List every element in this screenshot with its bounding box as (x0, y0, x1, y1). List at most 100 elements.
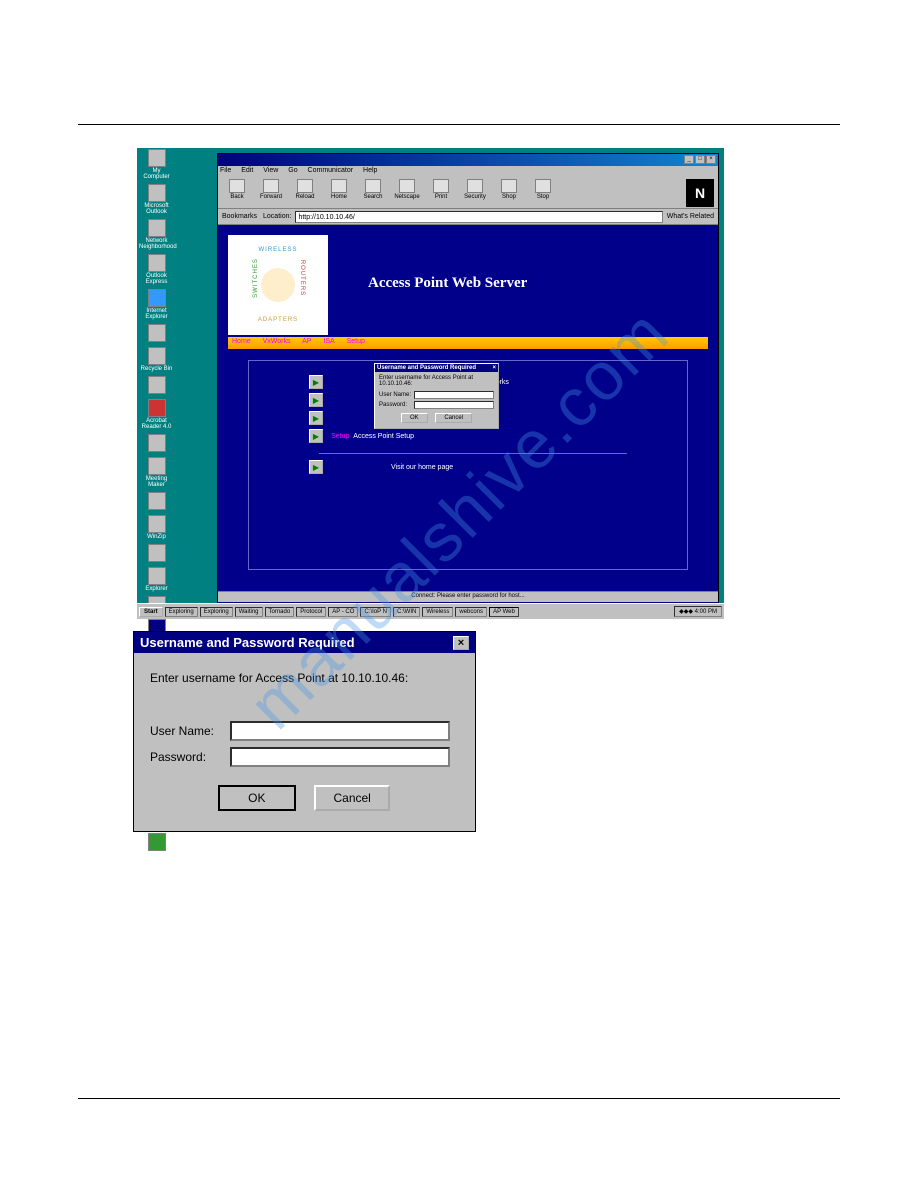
menu-go[interactable]: Go (288, 167, 297, 174)
desktop-icon[interactable] (139, 376, 174, 395)
menu-view[interactable]: View (263, 167, 278, 174)
generic-icon (148, 324, 166, 342)
desktop-icon[interactable]: Recycle Bin (139, 347, 174, 372)
desktop-icon[interactable]: Acrobat Reader 4.0 (139, 399, 174, 430)
desktop-icon[interactable]: Explorer (139, 567, 174, 592)
nav-bar: Home VxWorks AP ISA Setup (228, 337, 708, 349)
maximize-button[interactable]: □ (695, 155, 705, 164)
username-label: User Name: (150, 724, 230, 738)
ie-icon (148, 289, 166, 307)
nav-home[interactable]: Home (232, 338, 251, 345)
explorer-icon (148, 567, 166, 585)
ok-button[interactable]: OK (401, 413, 428, 423)
username-label: User Name: (379, 392, 414, 398)
desktop-icon[interactable]: Meeting Maker (139, 457, 174, 488)
network-icon (148, 219, 166, 237)
security-button[interactable]: Security (460, 179, 490, 207)
cancel-button[interactable]: Cancel (314, 785, 390, 811)
menu-communicator[interactable]: Communicator (308, 167, 354, 174)
start-button[interactable]: Start (139, 607, 163, 617)
taskbar-item[interactable]: C:\WIN (393, 607, 420, 617)
taskbar-item[interactable]: Wireless (422, 607, 453, 617)
desktop-icon[interactable]: WinZip (139, 515, 174, 540)
desktop-icon[interactable] (139, 544, 174, 563)
close-button[interactable]: × (706, 155, 716, 164)
back-button[interactable]: Back (222, 179, 252, 207)
cancel-button[interactable]: Cancel (435, 413, 472, 423)
forward-button[interactable]: Forward (256, 179, 286, 207)
taskbar: Start Exploring Exploring Waiting Tornad… (137, 603, 724, 619)
browser-toolbar: Back Forward Reload Home Search Netscape… (218, 177, 718, 209)
desktop-icon[interactable]: Microsoft Outlook (139, 184, 174, 215)
dialog-close-button[interactable]: × (453, 636, 469, 650)
location-label: Location: (263, 213, 291, 220)
desktop-icon[interactable]: SmartFTP (139, 833, 174, 858)
print-button[interactable]: Print (426, 179, 456, 207)
icon-label: Acrobat Reader 4.0 (142, 418, 172, 430)
dialog-titlebar: Username and Password Required × (134, 632, 475, 653)
nav-vxworks[interactable]: VxWorks (263, 338, 291, 345)
desktop-icon[interactable] (139, 492, 174, 511)
icon-label: Recycle Bin (141, 366, 173, 372)
search-icon (365, 179, 381, 193)
menu-edit[interactable]: Edit (241, 167, 253, 174)
desktop-icon[interactable]: Outlook Express (139, 254, 174, 285)
desktop-icon[interactable]: Network Neighborhood (139, 219, 174, 250)
stop-button[interactable]: Stop (528, 179, 558, 207)
menu-file[interactable]: File (220, 167, 231, 174)
tray-icons[interactable]: ◆◆◆ (679, 609, 693, 615)
url-input[interactable]: http://10.10.10.46/ (295, 211, 662, 223)
dialog-body: Enter username for Access Point at 10.10… (134, 653, 475, 831)
recycle-bin-icon (148, 347, 166, 365)
play-icon[interactable]: ▶ (309, 375, 323, 389)
reload-button[interactable]: Reload (290, 179, 320, 207)
reload-icon (297, 179, 313, 193)
minimize-button[interactable]: _ (684, 155, 694, 164)
taskbar-item[interactable]: webcons (455, 607, 487, 617)
netscape-button[interactable]: Netscape (392, 179, 422, 207)
shop-button[interactable]: Shop (494, 179, 524, 207)
play-icon[interactable]: ▶ (309, 429, 323, 443)
taskbar-item[interactable]: AP Web (489, 607, 519, 617)
whats-related-button[interactable]: What's Related (667, 213, 714, 220)
desktop-icon[interactable]: Internet Explorer (139, 289, 174, 320)
browser-titlebar: _ □ × (218, 154, 718, 166)
password-row: Password: (379, 401, 494, 409)
taskbar-item[interactable]: Exploring (165, 607, 198, 617)
row-text: Visit our home page (391, 464, 453, 471)
home-button[interactable]: Home (324, 179, 354, 207)
nav-ap[interactable]: AP (302, 338, 311, 345)
password-input[interactable] (414, 401, 494, 409)
outlook-icon (148, 184, 166, 202)
nav-isa[interactable]: ISA (323, 338, 334, 345)
password-input[interactable] (230, 747, 450, 767)
menu-help[interactable]: Help (363, 167, 377, 174)
toolbar-label: Netscape (394, 194, 419, 200)
nav-setup[interactable]: Setup (347, 338, 365, 345)
icon-label: Outlook Express (146, 273, 168, 285)
desktop-icon[interactable] (139, 434, 174, 453)
dialog-close-button[interactable]: × (492, 365, 496, 371)
play-icon[interactable]: ▶ (309, 393, 323, 407)
taskbar-item[interactable]: Exploring (200, 607, 233, 617)
username-input[interactable] (414, 391, 494, 399)
desktop-icon[interactable]: My Computer (139, 149, 174, 180)
taskbar-item[interactable]: Waiting (235, 607, 263, 617)
username-input[interactable] (230, 721, 450, 741)
bookmarks-button[interactable]: Bookmarks (222, 213, 257, 220)
taskbar-item[interactable]: AP - CO (328, 607, 358, 617)
row-link[interactable]: Setup (331, 433, 349, 440)
play-icon[interactable]: ▶ (309, 411, 323, 425)
ok-button[interactable]: OK (219, 786, 295, 810)
address-bar: Bookmarks Location: http://10.10.10.46/ … (218, 209, 718, 225)
page-bottom-rule (78, 1098, 840, 1099)
dialog-buttons: OK Cancel (379, 411, 494, 425)
dialog-prompt: Enter username for Access Point at 10.10… (379, 375, 494, 387)
icon-label: SmartFTP (143, 852, 170, 858)
taskbar-item[interactable]: Tornado (265, 607, 295, 617)
desktop-icon[interactable] (139, 324, 174, 343)
search-button[interactable]: Search (358, 179, 388, 207)
play-icon[interactable]: ▶ (309, 460, 323, 474)
taskbar-item[interactable]: Protocol (296, 607, 326, 617)
taskbar-item[interactable]: C:\IoP N (360, 607, 391, 617)
